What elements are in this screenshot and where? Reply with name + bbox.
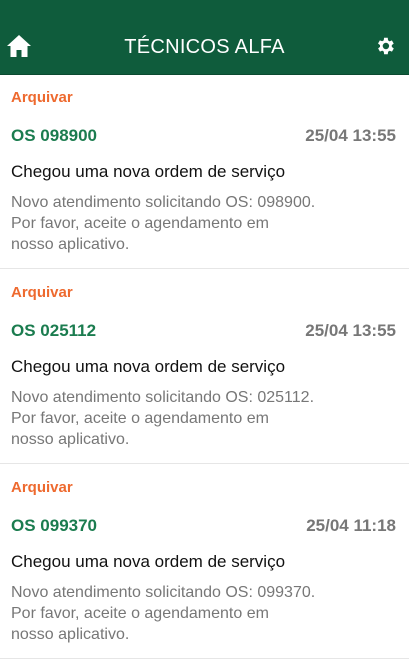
notification-body: Novo atendimento solicitando OS: 099370.… [11, 582, 401, 645]
notification-body-line: nosso aplicativo. [11, 236, 130, 253]
notification-card[interactable]: Arquivar OS 025112 25/04 13:55 Chegou um… [0, 269, 409, 464]
notification-timestamp: 25/04 11:18 [306, 516, 396, 535]
archive-button[interactable]: Arquivar [11, 479, 73, 496]
notification-timestamp: 25/04 13:55 [305, 321, 396, 340]
gear-icon[interactable] [374, 35, 396, 57]
notification-body-line: nosso aplicativo. [11, 431, 130, 448]
archive-button[interactable]: Arquivar [11, 284, 73, 301]
app-title: TÉCNICOS ALFA [124, 36, 285, 58]
notification-body: Novo atendimento solicitando OS: 025112.… [11, 387, 401, 450]
notification-body-line: Por favor, aceite o agendamento em [11, 410, 269, 427]
app-header: TÉCNICOS ALFA [0, 0, 409, 75]
notification-body-line: Por favor, aceite o agendamento em [11, 605, 269, 622]
notification-list: Arquivar OS 098900 25/04 13:55 Chegou um… [0, 74, 409, 659]
notification-title: Chegou uma nova ordem de serviço [11, 162, 286, 181]
notification-timestamp: 25/04 13:55 [305, 126, 396, 145]
notification-title: Chegou uma nova ordem de serviço [11, 552, 286, 571]
notification-body-line: Por favor, aceite o agendamento em [11, 215, 269, 232]
notification-card[interactable]: Arquivar OS 098900 25/04 13:55 Chegou um… [0, 74, 409, 269]
notification-body-line: Novo atendimento solicitando OS: 099370. [11, 584, 316, 601]
notification-body-line: Novo atendimento solicitando OS: 098900. [11, 194, 316, 211]
notification-title: Chegou uma nova ordem de serviço [11, 357, 286, 376]
archive-button[interactable]: Arquivar [11, 89, 73, 106]
notification-card[interactable]: Arquivar OS 099370 25/04 11:18 Chegou um… [0, 464, 409, 659]
notification-body-line: Novo atendimento solicitando OS: 025112. [11, 389, 315, 406]
os-number: OS 098900 [11, 126, 98, 145]
os-number: OS 099370 [11, 516, 98, 535]
notification-body-line: nosso aplicativo. [11, 626, 130, 643]
notification-body: Novo atendimento solicitando OS: 098900.… [11, 192, 401, 255]
os-number: OS 025112 [11, 321, 97, 340]
